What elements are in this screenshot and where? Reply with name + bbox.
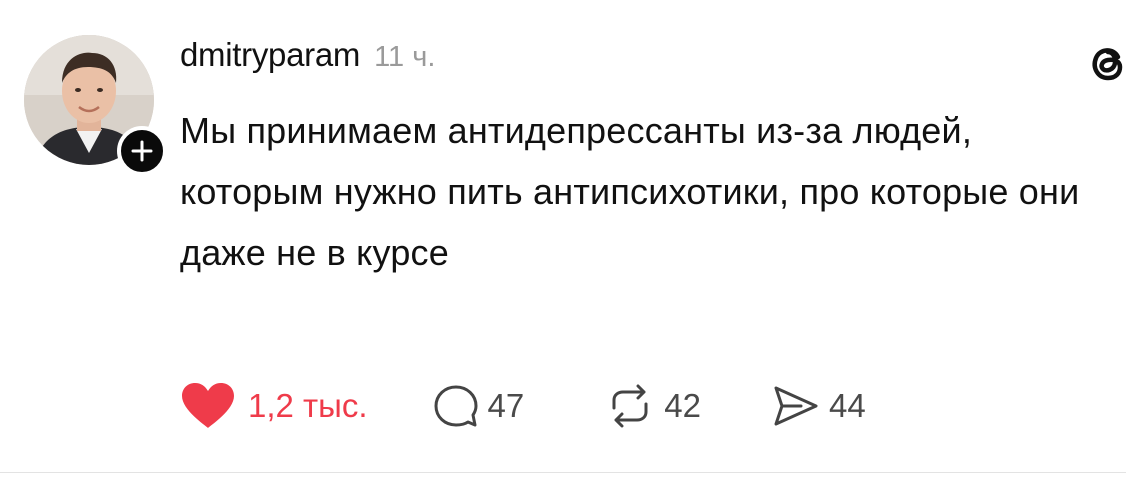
plus-icon xyxy=(131,140,153,162)
post-text: Мы принимаем антидепрессанты из-за людей… xyxy=(180,110,1080,273)
follow-button[interactable] xyxy=(117,126,167,176)
share-button[interactable]: 44 xyxy=(773,384,866,428)
share-count: 44 xyxy=(828,387,866,424)
share-icon xyxy=(774,386,818,426)
reply-button[interactable]: 47 xyxy=(434,384,525,428)
repost-count: 42 xyxy=(664,387,701,424)
repost-button[interactable]: 42 xyxy=(606,384,701,428)
repost-icon xyxy=(612,384,648,428)
reply-count: 47 xyxy=(487,387,525,424)
comment-icon xyxy=(434,385,478,427)
like-button[interactable]: 1,2 тыс. xyxy=(180,382,368,430)
thread-post: dmitryparam 11 ч. Мы принимаем антидепре… xyxy=(0,0,1126,487)
heart-icon xyxy=(182,383,234,428)
like-count: 1,2 тыс. xyxy=(248,387,368,424)
action-bar: 1,2 тыс. 47 42 44 xyxy=(180,381,866,431)
post-timestamp: 11 ч. xyxy=(374,41,436,73)
threads-logo-icon xyxy=(1084,40,1126,84)
post-header: dmitryparam 11 ч. xyxy=(180,36,435,74)
post-divider xyxy=(0,472,1126,473)
username[interactable]: dmitryparam xyxy=(180,36,360,74)
